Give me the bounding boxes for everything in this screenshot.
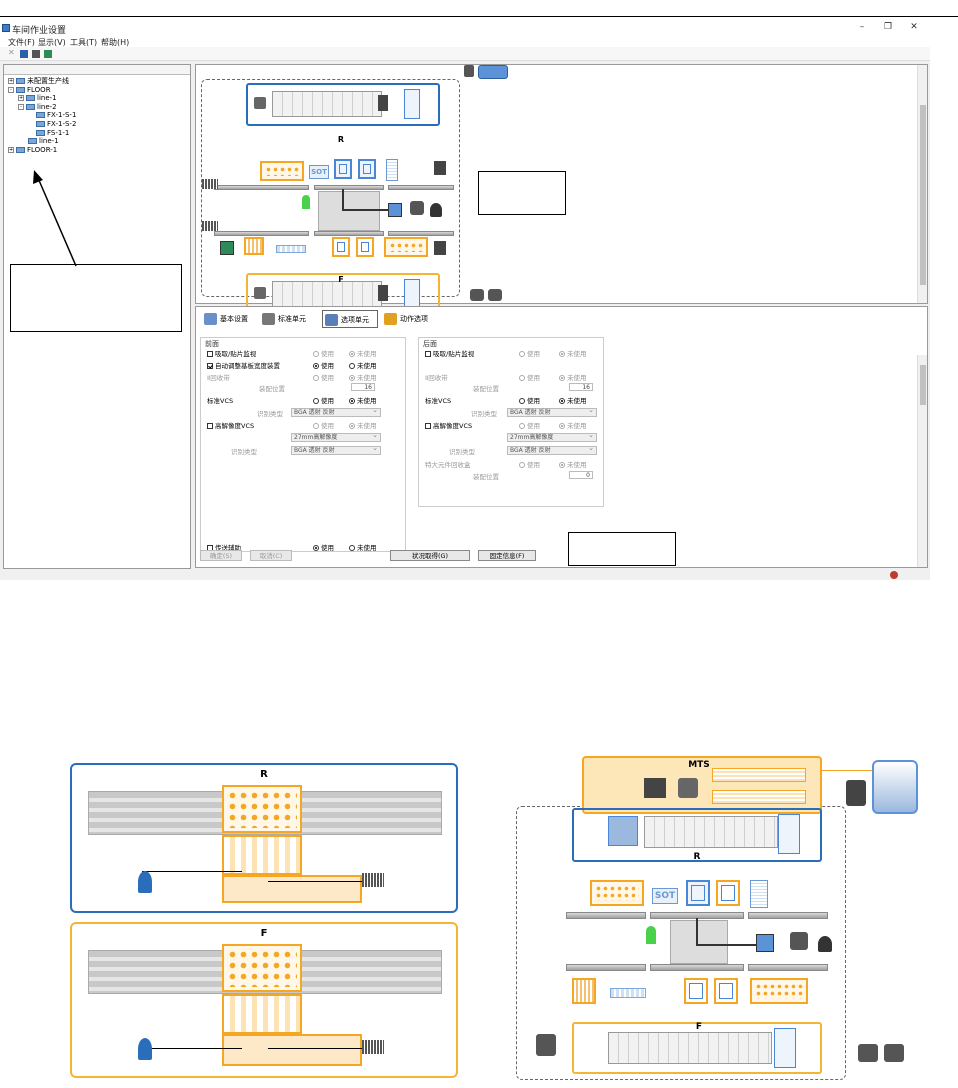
sot-unit-detail: SOT [652,888,678,904]
nozzle-tray [686,880,710,906]
tray-feeder-icon [774,1028,796,1068]
detail-rear-label: R [260,769,268,780]
mts-icon [872,760,918,814]
nozzle-tray [714,978,738,1004]
rear-tray-feeder-detail [590,880,644,906]
connector-line [696,918,698,944]
camera-icon [138,1038,152,1060]
changer-icon [678,778,698,798]
tray-icon [608,816,638,846]
stick-feeder [572,978,596,1004]
nozzle-changer-icon [790,932,808,950]
nozzle-tray [684,978,708,1004]
tray-unit-icon [846,780,866,806]
front-head-detail: F [70,922,458,1078]
feeder-block [222,944,302,992]
head-icon [818,936,832,952]
detail-rear-label-2: R [693,852,701,862]
connector-line [142,871,242,872]
connector-line [142,1048,242,1049]
tray-feeder-icon [778,814,800,854]
head-base [222,1034,362,1066]
conveyor-rail [566,912,646,919]
conveyor-rail [748,964,828,971]
stick-feeder-blue [610,988,646,998]
signal-tower-icon [646,926,656,944]
controller-icon [644,778,666,798]
feeder-bank [644,816,778,848]
head-base [222,875,362,903]
mts-unit: MTS [582,756,822,814]
nozzle-head [222,994,302,1034]
board-transfer [670,920,728,964]
mts-tray [712,768,806,782]
detail-front-label: F [260,928,268,939]
mts-label: MTS [688,760,710,770]
user-icon [858,1044,878,1062]
annotation-arrow [33,170,77,267]
connector-line [268,1048,368,1049]
stick-feeder [750,880,768,908]
rear-head-detail: R [70,763,458,913]
light-icon [362,873,384,887]
feeder-block [222,785,302,833]
connector-line [268,881,368,882]
conveyor-rail [748,912,828,919]
waste-box-icon [536,1034,556,1056]
conveyor-rail [566,964,646,971]
connector-line [696,944,758,946]
mts-tray [712,790,806,804]
tool-icon [884,1044,904,1062]
nozzle-head [222,835,302,875]
light-icon [362,1040,384,1054]
detail-front-label-2: F [695,1022,703,1032]
camera-icon [138,871,152,893]
feeder-bank [608,1032,772,1064]
conveyor-rail [650,964,744,971]
nozzle-tray [716,880,740,906]
connector-line [820,770,878,771]
front-tray-feeder-detail [750,978,808,1004]
calibration-icon [756,934,774,952]
